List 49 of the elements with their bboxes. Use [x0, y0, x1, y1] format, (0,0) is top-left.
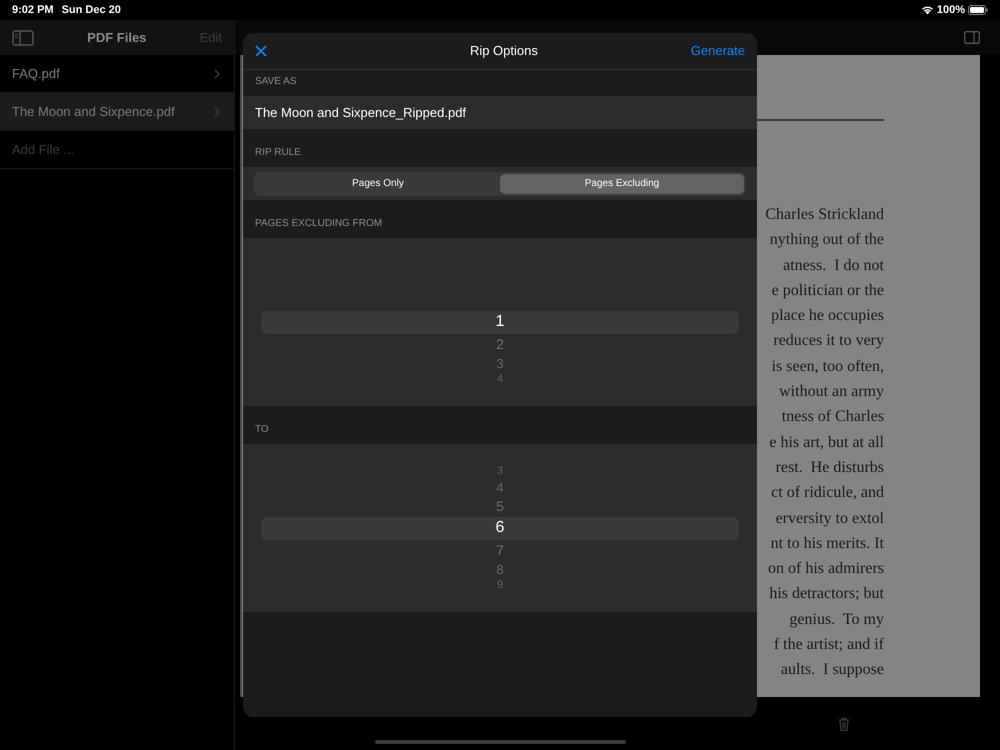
picker-option[interactable]: 3	[243, 356, 757, 370]
file-row[interactable]: The Moon and Sixpence.pdf	[0, 93, 234, 131]
chevron-icon	[214, 68, 220, 78]
picker-option[interactable]: 5	[243, 499, 757, 513]
section-header: TO	[255, 423, 269, 437]
document-text-line: atness. I do not	[783, 256, 884, 276]
document-text-line: e his art, but at all	[769, 432, 884, 453]
document-text-line: is seen, too often,	[772, 356, 884, 377]
panel-icon[interactable]	[964, 31, 980, 44]
document-text-line: place he occupies	[771, 306, 884, 326]
segment[interactable]: Pages Excluding	[500, 174, 744, 194]
document-text-line: e politician or the	[772, 280, 884, 301]
sidebar-icon[interactable]	[12, 30, 34, 46]
status-date: Sun Dec 20	[62, 2, 121, 18]
file-name-field[interactable]: The Moon and Sixpence_Ripped.pdf	[243, 96, 757, 129]
close-icon[interactable]	[255, 45, 267, 57]
picker-option[interactable]: 2	[243, 337, 757, 351]
document-text-line: Charles Strickland	[765, 205, 884, 225]
battery-icon	[968, 5, 988, 15]
document-text-line: without an army	[779, 382, 884, 402]
generate-button[interactable]: Generate	[690, 41, 745, 61]
picker-option[interactable]: 4	[243, 480, 757, 494]
section-header: SAVE AS	[255, 75, 297, 89]
document-text-line: nt to his merits. It	[770, 534, 884, 554]
picker-option[interactable]: 7	[243, 543, 757, 557]
section-header: RIP RULE	[255, 146, 301, 160]
picker-option[interactable]: 8	[243, 562, 757, 576]
sidebar-title: PDF Files	[87, 28, 146, 47]
picker-option[interactable]: 6	[243, 520, 757, 536]
segment[interactable]: Pages Only	[256, 174, 500, 194]
document-text-line: tness of Charles	[782, 407, 884, 428]
status-time: 9:02 PM	[12, 2, 54, 18]
dialog-title: Rip Options	[470, 42, 538, 60]
document-text-line: nything out of the	[770, 230, 884, 250]
battery-percent: 100%	[936, 2, 965, 18]
document-text-line: rest. He disturbs	[776, 458, 884, 478]
document-text-line: genius. To my	[789, 610, 884, 630]
document-text-line: reduces it to very	[773, 331, 884, 352]
document-text-line: ct of ridicule, and	[771, 483, 884, 504]
document-text-line: on of his admirers	[768, 559, 884, 580]
document-text-line: f the artist; and if	[774, 635, 884, 656]
wifi-icon	[920, 5, 934, 15]
trash-icon[interactable]	[838, 716, 850, 730]
picker-option[interactable]: 1	[243, 314, 757, 330]
document-text-line: aults. I suppose	[780, 660, 884, 680]
section-header: PAGES EXCLUDING FROM	[255, 217, 382, 231]
document-text-line: erversity to extol	[776, 508, 884, 529]
document-text-line: his detractors; but	[769, 584, 884, 604]
chevron-icon	[214, 106, 220, 116]
